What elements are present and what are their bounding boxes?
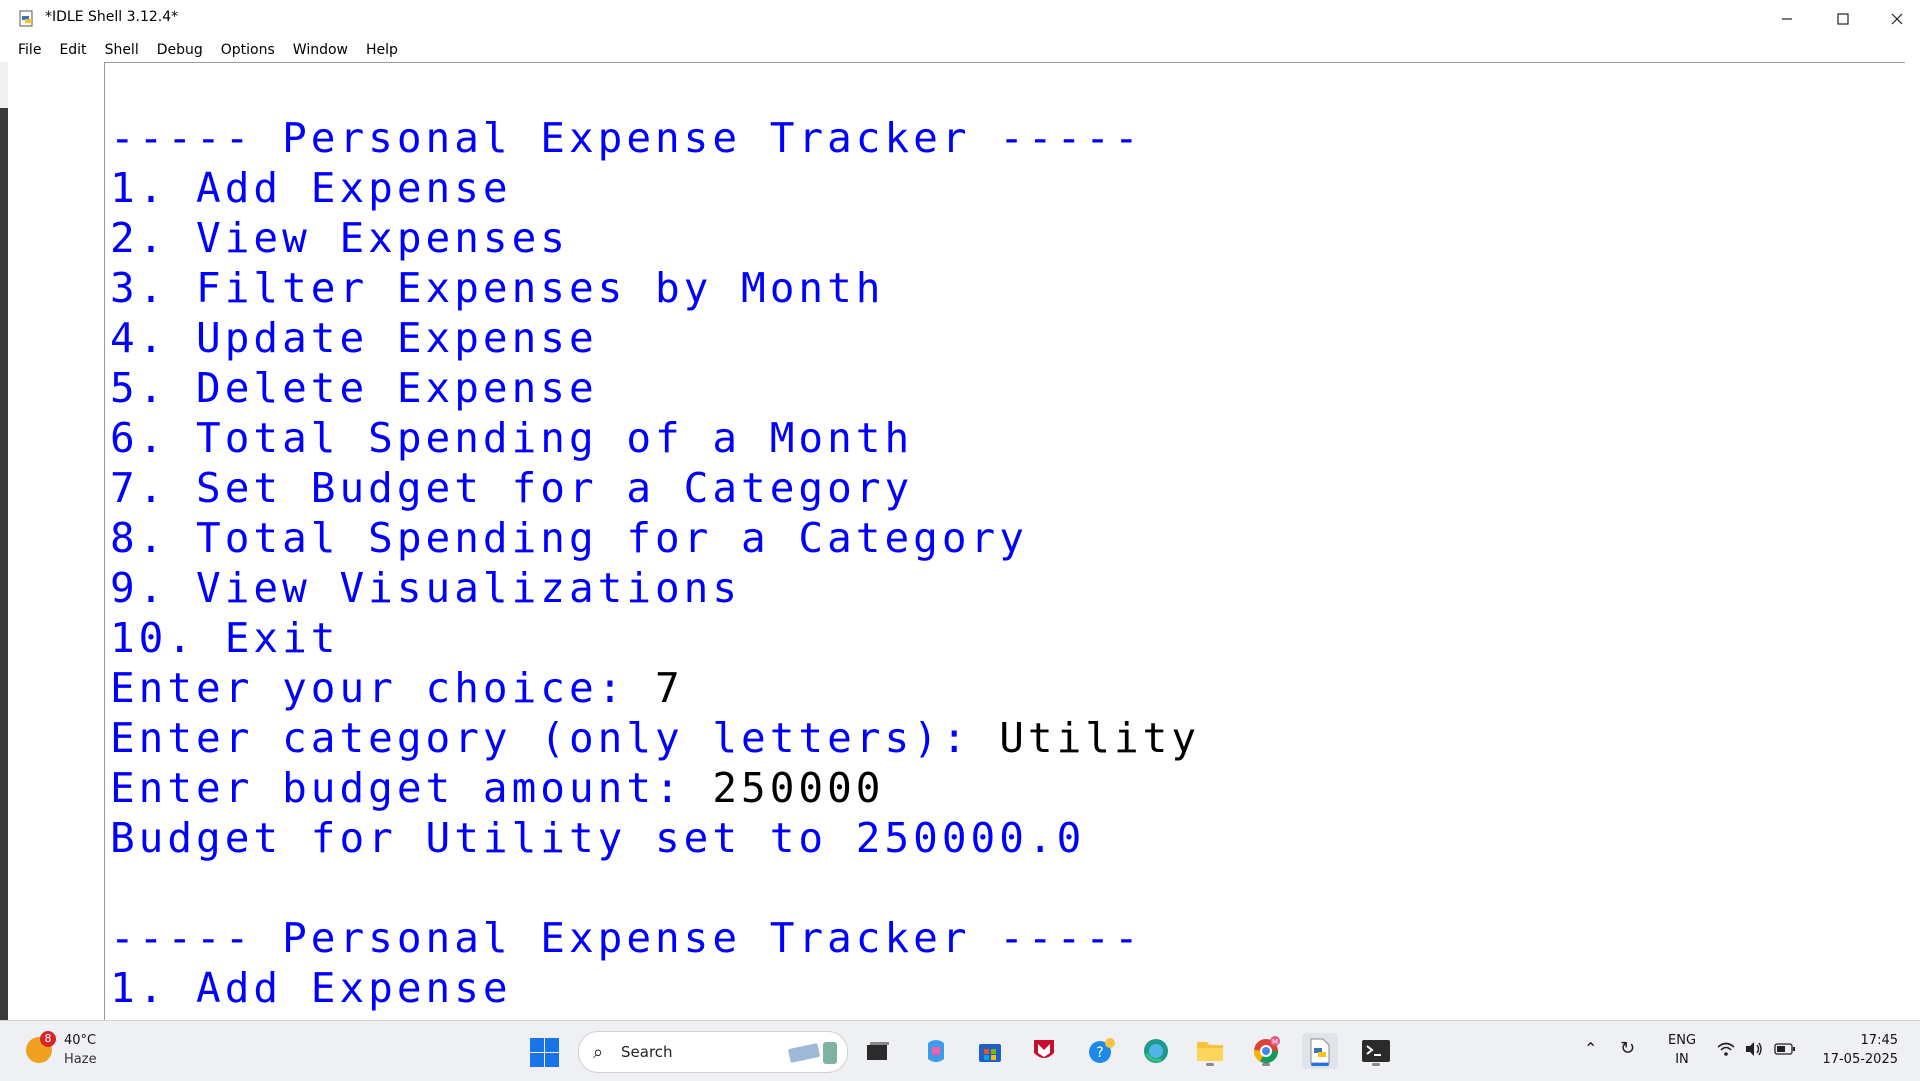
close-button[interactable]: [1874, 0, 1920, 38]
idle-shell-window: *IDLE Shell 3.12.4* File Edit Shell Debu…: [0, 0, 1920, 1020]
menu-help[interactable]: Help: [357, 38, 407, 62]
shell-line: 2. View Expenses: [110, 214, 569, 262]
weather-temperature: 40°C: [64, 1033, 97, 1048]
terminal-icon: [1362, 1040, 1390, 1062]
help-icon: ?: [1089, 1038, 1115, 1063]
file-explorer-button[interactable]: [1192, 1033, 1228, 1069]
copilot-icon: [928, 1040, 944, 1062]
active-indicator: [1311, 1063, 1329, 1066]
minimize-icon: [1782, 18, 1792, 20]
battery-icon[interactable]: [1774, 1043, 1796, 1055]
region-code: IN: [1675, 1052, 1689, 1067]
menu-bar: File Edit Shell Debug Options Window Hel…: [0, 38, 1920, 62]
notification-badge: 8: [40, 1031, 56, 1047]
menu-edit[interactable]: Edit: [50, 38, 95, 62]
python-idle-icon: [19, 10, 33, 27]
window-title: *IDLE Shell 3.12.4*: [45, 9, 179, 25]
shell-prompt-line: Enter your choice: 7: [110, 663, 684, 713]
clock-date: 17-05-2025: [1822, 1052, 1898, 1067]
language-indicator[interactable]: ENG IN: [1668, 1031, 1696, 1069]
svg-text:M: M: [1272, 1038, 1278, 1046]
maximize-button[interactable]: [1820, 0, 1866, 38]
start-button[interactable]: [528, 1036, 560, 1068]
prompt-text: Enter budget amount:: [110, 764, 713, 812]
show-hidden-icons-chevron-icon[interactable]: ⌃: [1584, 1039, 1597, 1058]
chrome-button[interactable]: M: [1248, 1033, 1284, 1069]
prompt-text: Enter category (only letters):: [110, 714, 1000, 762]
get-help-button[interactable]: ?: [1084, 1033, 1120, 1069]
search-label: Search: [621, 1043, 673, 1061]
shell-line: 1. Add Expense: [110, 164, 512, 212]
user-input: 7: [655, 664, 684, 712]
folder-icon: [1197, 1042, 1223, 1061]
system-clock[interactable]: 17:45 17-05-2025: [1818, 1031, 1898, 1069]
shell-line: 1. Add Expense: [110, 964, 512, 1012]
shell-line: 4. Update Expense: [110, 314, 598, 362]
taskbar: 8 40°C Haze ⌕ Search ? M ⌃ ↻ ENG IN 17:4…: [0, 1020, 1920, 1081]
maximize-icon: [1837, 13, 1849, 25]
title-bar: *IDLE Shell 3.12.4*: [0, 0, 1920, 38]
store-icon: [979, 1044, 1001, 1062]
edge-icon: [1144, 1039, 1168, 1063]
sync-icon[interactable]: ↻: [1620, 1038, 1635, 1059]
shell-line: 3. Filter Expenses by Month: [110, 264, 885, 312]
python-file-icon: [1310, 1038, 1330, 1064]
shell-line: 6. Total Spending of a Month: [110, 414, 914, 462]
windows-logo-icon: [545, 1038, 559, 1052]
windows-logo-icon: [530, 1053, 544, 1067]
close-icon: [1891, 13, 1903, 25]
vertical-scrollbar[interactable]: [1912, 62, 1920, 1020]
task-view-button[interactable]: [860, 1033, 896, 1069]
wifi-icon[interactable]: [1716, 1041, 1736, 1057]
clock-time: 17:45: [1860, 1033, 1898, 1048]
volume-icon[interactable]: [1744, 1041, 1764, 1057]
mcafee-shield-icon: [1034, 1040, 1054, 1058]
copilot-button[interactable]: [918, 1033, 954, 1069]
shell-line: ----- Personal Expense Tracker -----: [110, 914, 1143, 962]
user-input: Utility: [999, 714, 1201, 762]
window-edge-shadow: [0, 108, 8, 1020]
menu-file[interactable]: File: [0, 38, 50, 62]
search-icon: ⌕: [593, 1042, 604, 1063]
running-indicator: [1262, 1063, 1270, 1066]
shell-line: 8. Total Spending for a Category: [110, 514, 1028, 562]
windows-logo-icon: [530, 1038, 544, 1052]
shell-sidebar: [8, 62, 105, 1020]
terminal-button[interactable]: [1358, 1033, 1394, 1069]
windows-logo-icon: [545, 1053, 559, 1067]
shell-line: 9. View Visualizations: [110, 564, 742, 612]
chrome-icon: M: [1254, 1036, 1280, 1064]
svg-text:?: ?: [1096, 1045, 1103, 1061]
language-code: ENG: [1668, 1033, 1697, 1048]
search-highlight-icon: [788, 1042, 837, 1064]
microsoft-store-button[interactable]: [972, 1033, 1008, 1069]
running-indicator: [1372, 1063, 1380, 1066]
minimize-button[interactable]: [1764, 0, 1810, 38]
user-input: 250000: [712, 764, 885, 812]
python-idle-taskbar-button[interactable]: [1302, 1033, 1338, 1069]
menu-window[interactable]: Window: [284, 38, 357, 62]
shell-prompt-line: Enter category (only letters): Utility: [110, 713, 1200, 763]
shell-line: ----- Personal Expense Tracker -----: [110, 114, 1143, 162]
weather-widget[interactable]: 8 40°C Haze: [22, 1031, 112, 1071]
menu-options[interactable]: Options: [212, 38, 284, 62]
prompt-text: Enter your choice:: [110, 664, 655, 712]
shell-prompt-line: Enter budget amount: 250000: [110, 763, 884, 813]
edge-button[interactable]: [1138, 1033, 1174, 1069]
taskbar-search[interactable]: ⌕ Search: [578, 1031, 848, 1073]
running-indicator: [1206, 1063, 1214, 1066]
menu-debug[interactable]: Debug: [148, 38, 212, 62]
shell-line: 10. Exit: [110, 614, 340, 662]
shell-line: Budget for Utility set to 250000.0: [110, 814, 1086, 862]
task-view-icon: [867, 1042, 889, 1060]
shell-line: 7. Set Budget for a Category: [110, 464, 914, 512]
weather-condition: Haze: [64, 1052, 97, 1067]
shell-line: 5. Delete Expense: [110, 364, 598, 412]
menu-shell[interactable]: Shell: [96, 38, 148, 62]
mcafee-button[interactable]: [1026, 1033, 1062, 1069]
